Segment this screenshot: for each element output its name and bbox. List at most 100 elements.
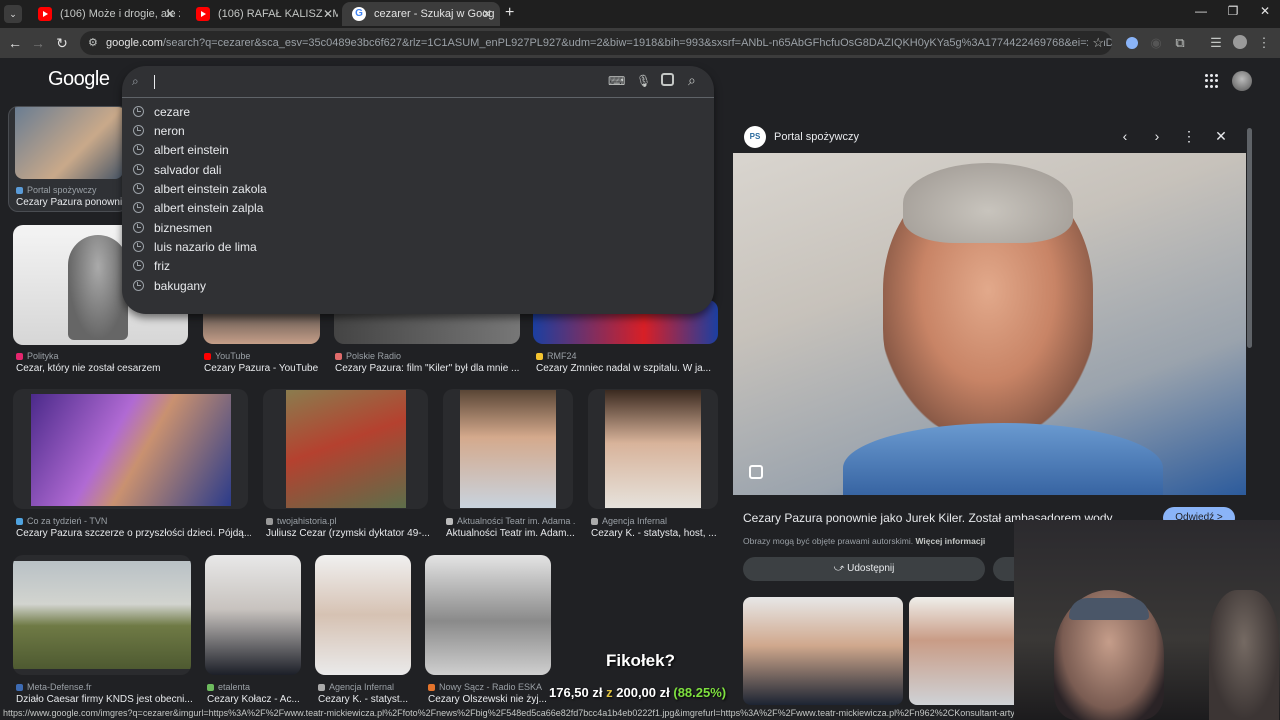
result-thumbnail[interactable] <box>425 555 551 675</box>
result-source: Polskie Radio <box>335 351 520 361</box>
suggestion-item[interactable]: biznesmen <box>122 218 714 237</box>
account-avatar[interactable] <box>1232 71 1252 91</box>
restore-icon[interactable]: ❐ <box>1218 4 1248 18</box>
tab-google-search[interactable]: G cezarer - Szukaj w Google ✕ <box>342 2 500 26</box>
browser-menu-icon[interactable]: ⋮ <box>1256 35 1272 51</box>
result-thumbnail[interactable] <box>205 555 301 675</box>
result-thumbnail[interactable] <box>13 389 248 509</box>
suggestion-item[interactable]: neron <box>122 121 714 140</box>
extension-icon[interactable]: ◉ <box>1148 35 1164 51</box>
preview-site-name[interactable]: Portal spożywczy <box>774 131 859 143</box>
suggestion-item[interactable]: cezare <box>122 102 714 121</box>
browser-toolbar: ← → ↻ ⚙ google.com/search?q=cezarer&sca_… <box>0 28 1280 58</box>
more-info-link[interactable]: Więcej informacji <box>915 536 985 546</box>
suggestion-item[interactable]: albert einstein zakola <box>122 179 714 198</box>
result-thumbnail[interactable] <box>263 389 428 509</box>
google-icon: G <box>352 7 366 21</box>
back-icon[interactable]: ← <box>5 33 25 53</box>
site-favicon-icon <box>536 352 543 360</box>
tab-search-button[interactable]: ⌄ <box>4 5 22 23</box>
suggestion-item[interactable]: albert einstein <box>122 140 714 159</box>
result-thumbnail[interactable] <box>588 389 718 509</box>
result-source: YouTube <box>204 351 324 361</box>
result-source: etalenta <box>207 682 302 692</box>
minimize-icon[interactable]: — <box>1186 4 1216 18</box>
donation-goal-progress: 176,50 zł z 200,00 zł (88.25%) <box>549 685 727 700</box>
result-caption[interactable]: Cezary Pazura szczerze o przyszłości dzi… <box>16 528 251 539</box>
suggestion-item[interactable]: salvador dali <box>122 160 714 179</box>
text-cursor <box>154 75 155 89</box>
share-button[interactable]: ⤻ Udostępnij <box>743 557 985 581</box>
reload-icon[interactable]: ↻ <box>52 33 72 53</box>
new-tab-button[interactable]: + <box>505 4 514 22</box>
profile-avatar[interactable] <box>1232 35 1248 51</box>
site-favicon-icon <box>16 352 23 360</box>
previous-icon[interactable]: ‹ <box>1115 126 1135 146</box>
history-clock-icon <box>133 222 144 233</box>
result-caption[interactable]: Cezary K. - statysta, host, ... <box>591 528 716 539</box>
result-caption[interactable]: Juliusz Cezar (rzymski dyktator 49-... <box>266 528 431 539</box>
result-source: Nowy Sącz - Radio ESKA <box>428 682 553 692</box>
url-host: google.com <box>106 37 163 49</box>
microphone-icon[interactable]: 🎙 <box>636 74 651 88</box>
lens-search-icon[interactable] <box>749 465 763 479</box>
webcam-overlay <box>1014 520 1280 720</box>
site-favicon-icon <box>16 186 23 194</box>
search-input[interactable]: ⌕ ⌨ 🎙 ⌕ <box>122 66 714 98</box>
tab-strip: ⌄ (106) Może i drogie, ale za to m ✕ (10… <box>0 0 1280 28</box>
close-tab-icon[interactable]: ✕ <box>323 7 333 21</box>
result-caption[interactable]: Cezar, który nie został cesarzem <box>16 363 191 374</box>
result-source: Agencja Infernal <box>318 682 418 692</box>
more-options-icon[interactable]: ⋮ <box>1179 126 1199 146</box>
media-controls-icon[interactable]: ☰ <box>1208 35 1224 51</box>
result-caption[interactable]: Cezary Żmniec nadal w szpitalu. W ja... <box>536 363 716 374</box>
lens-camera-icon[interactable] <box>661 73 674 86</box>
close-tab-icon[interactable]: ✕ <box>482 7 492 21</box>
close-tab-icon[interactable]: ✕ <box>165 7 175 21</box>
result-caption[interactable]: Cezary Olszewski nie żyj... <box>428 694 548 705</box>
result-caption[interactable]: Cezary Kołacz - Ac... <box>207 694 302 705</box>
address-bar[interactable]: ⚙ google.com/search?q=cezarer&sca_esv=35… <box>80 31 1112 55</box>
bookmark-star-icon[interactable]: ☆ <box>1088 35 1104 51</box>
suggestion-item[interactable]: bakugany <box>122 276 714 295</box>
next-icon[interactable]: › <box>1147 126 1167 146</box>
result-source: Meta-Defense.fr <box>16 682 196 692</box>
history-clock-icon <box>133 144 144 155</box>
result-caption[interactable]: Działo Caesar firmy KNDS jest obecni... <box>16 694 194 705</box>
result-thumbnail[interactable] <box>443 389 573 509</box>
keyboard-icon[interactable]: ⌨ <box>608 74 625 88</box>
suggestion-item[interactable]: friz <box>122 256 714 275</box>
history-clock-icon <box>133 260 144 271</box>
result-caption[interactable]: Aktualności Teatr im. Adam... <box>446 528 576 539</box>
search-submit-icon[interactable]: ⌕ <box>688 72 696 89</box>
site-info-icon[interactable]: ⚙ <box>88 36 98 49</box>
tab-youtube-1[interactable]: (106) Może i drogie, ale za to m ✕ <box>28 2 183 26</box>
close-window-icon[interactable]: ✕ <box>1250 4 1280 18</box>
result-thumbnail[interactable] <box>315 555 411 675</box>
result-caption[interactable]: Cezary Pazura: film "Kiler" był dla mnie… <box>335 363 520 374</box>
site-favicon-icon <box>204 352 211 360</box>
suggestion-item[interactable]: luis nazario de lima <box>122 237 714 256</box>
result-caption[interactable]: Cezary Pazura ponownie <box>16 197 122 208</box>
preview-image[interactable] <box>733 153 1246 495</box>
google-logo[interactable]: Google <box>48 68 110 91</box>
result-caption[interactable]: Cezary Pazura - YouTube <box>204 363 324 374</box>
result-source: Portal spożywczy <box>16 185 116 195</box>
site-favicon-icon <box>266 517 273 525</box>
suggestion-item[interactable]: albert einstein zalpla <box>122 198 714 217</box>
related-thumbnail[interactable] <box>909 597 1014 705</box>
apps-grid-icon[interactable] <box>1205 74 1219 88</box>
related-thumbnail[interactable] <box>743 597 903 705</box>
site-favicon-icon <box>591 517 598 525</box>
result-caption[interactable]: Cezary K. - statyst... <box>318 694 413 705</box>
extension-lens-icon[interactable] <box>1124 35 1140 51</box>
extensions-puzzle-icon[interactable]: ⧉ <box>1172 35 1188 51</box>
tab-title: (106) Może i drogie, ale za to m <box>60 8 180 20</box>
result-thumbnail[interactable] <box>13 555 191 675</box>
history-clock-icon <box>133 183 144 194</box>
copyright-note: Obrazy mogą być objęte prawami autorskim… <box>743 536 986 546</box>
close-icon[interactable]: ✕ <box>1211 126 1231 146</box>
panel-scrollbar[interactable] <box>1247 128 1252 348</box>
tab-youtube-2[interactable]: (106) RAFAŁ KALISZ - MÓJ ZIO ✕ <box>186 2 341 26</box>
forward-icon[interactable]: → <box>28 33 48 53</box>
